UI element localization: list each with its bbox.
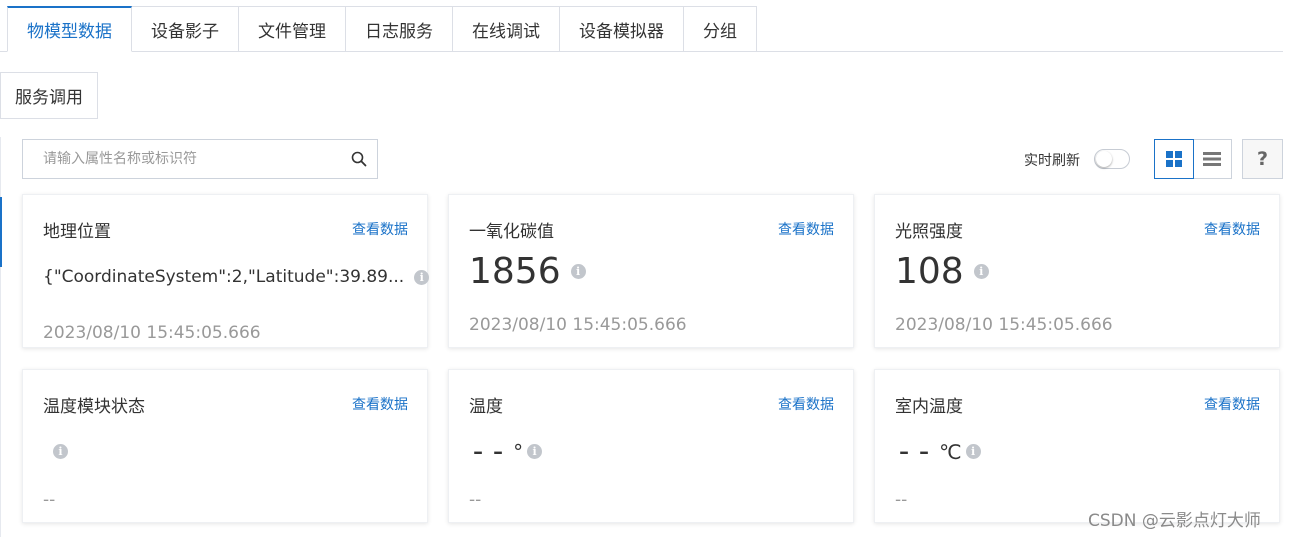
view-data-link[interactable]: 查看数据 [1204,219,1260,239]
card-value: -- ° i [469,434,543,469]
info-icon[interactable]: i [965,444,981,459]
property-card-indoor-temperature: 室内温度 查看数据 -- ℃ i -- [874,369,1280,523]
info-icon[interactable]: i [973,264,989,279]
tab-log-service[interactable]: 日志服务 [346,6,453,52]
value-text: -- [469,434,510,469]
value-text: {"CoordinateSystem":2,"Latitude":39.89..… [43,267,405,287]
tab-thing-model-data[interactable]: 物模型数据 [7,6,132,52]
info-icon[interactable]: i [570,264,586,279]
card-title: 室内温度 [895,397,963,417]
tab-device-simulator[interactable]: 设备模拟器 [560,6,684,52]
card-title: 温度模块状态 [43,397,145,417]
grid-view-icon [1166,151,1182,167]
search-box [22,139,378,179]
view-data-link[interactable]: 查看数据 [352,394,408,414]
card-timestamp: 2023/08/10 15:45:05.666 [895,315,1113,335]
card-timestamp: 2023/08/10 15:45:05.666 [469,315,687,335]
card-value: 108 i [895,251,989,292]
card-value: -- ℃ i [895,434,981,469]
card-value: {"CoordinateSystem":2,"Latitude":39.89..… [43,267,430,287]
card-title: 一氧化碳值 [469,222,554,242]
info-icon[interactable]: i [414,269,430,285]
value-text: 108 [895,251,964,292]
left-active-indicator [0,197,2,267]
card-value: 1856 i [469,251,586,292]
watermark: CSDN @云影点灯大师 [1088,511,1261,531]
card-value: i [43,444,68,459]
card-timestamp: -- [43,490,56,510]
value-text: 1856 [469,251,561,292]
view-data-link[interactable]: 查看数据 [352,219,408,239]
property-card-temp-module-status: 温度模块状态 查看数据 i -- [22,369,428,523]
card-timestamp: -- [895,490,908,510]
card-title: 温度 [469,397,503,417]
card-title: 光照强度 [895,222,963,242]
card-title: 地理位置 [43,222,111,242]
tab-group[interactable]: 分组 [684,6,757,52]
info-icon[interactable]: i [53,444,68,459]
property-card-temperature: 温度 查看数据 -- ° i -- [448,369,854,523]
tab-file-management[interactable]: 文件管理 [239,6,346,52]
card-timestamp: 2023/08/10 15:45:05.666 [43,323,261,343]
help-button[interactable]: ? [1242,139,1283,179]
view-data-link[interactable]: 查看数据 [1204,394,1260,414]
value-text: -- [895,434,936,469]
grid-view-button[interactable] [1154,139,1194,179]
property-card-light-intensity: 光照强度 查看数据 108 i 2023/08/10 15:45:05.666 [874,194,1280,348]
property-card-co-value: 一氧化碳值 查看数据 1856 i 2023/08/10 15:45:05.66… [448,194,854,348]
realtime-refresh-label: 实时刷新 [1024,153,1080,169]
list-view-icon [1203,152,1221,166]
tab-online-debug[interactable]: 在线调试 [453,6,560,52]
tab-bar: 物模型数据 设备影子 文件管理 日志服务 在线调试 设备模拟器 分组 [7,6,757,52]
realtime-refresh-toggle[interactable] [1094,149,1130,169]
view-data-link[interactable]: 查看数据 [778,219,834,239]
card-timestamp: -- [469,490,482,510]
tab-service-invoke[interactable]: 服务调用 [0,72,98,119]
property-card-location: 地理位置 查看数据 {"CoordinateSystem":2,"Latitud… [22,194,430,348]
value-unit: ℃ [939,439,962,464]
toggle-knob [1096,151,1112,167]
list-view-button[interactable] [1192,139,1232,179]
value-unit: ° [513,439,524,464]
search-icon[interactable] [341,140,377,178]
search-input[interactable] [23,140,341,178]
view-data-link[interactable]: 查看数据 [778,394,834,414]
info-icon[interactable]: i [527,444,543,459]
tab-device-shadow[interactable]: 设备影子 [132,6,239,52]
